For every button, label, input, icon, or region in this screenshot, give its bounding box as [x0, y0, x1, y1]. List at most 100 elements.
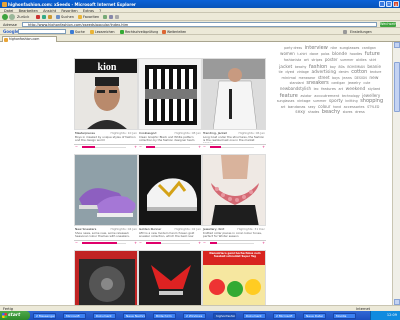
google-spellcheck[interactable]: Rechtschreibprüfung: [125, 30, 158, 34]
search-label[interactable]: Suchen: [61, 15, 74, 19]
taskbar-item[interactable]: 2 Messenger: [33, 312, 56, 319]
tag-link[interactable]: stripes: [312, 58, 323, 62]
tag-link[interactable]: 80s: [338, 65, 344, 69]
taskbar-item[interactable]: 2 Microsoft: [273, 312, 296, 319]
minus-icon[interactable]: −: [75, 145, 78, 149]
google-send[interactable]: Weiterleiten: [167, 30, 186, 34]
tag-link[interactable]: boys: [332, 76, 340, 80]
post-title[interactable]: Golden Runner: [139, 227, 161, 231]
tag-link[interactable]: denim: [339, 70, 349, 74]
tag-link[interactable]: feature: [280, 93, 298, 99]
minus-icon[interactable]: −: [75, 241, 78, 245]
post-title[interactable]: Trending, Jacket: [203, 131, 227, 135]
post-title[interactable]: New Sneakers: [75, 227, 96, 231]
post-image[interactable]: kion: [74, 58, 138, 130]
scroll-up-icon[interactable]: [394, 42, 400, 48]
stop-icon[interactable]: [36, 15, 40, 19]
tag-link[interactable]: technology: [342, 94, 360, 98]
taskbar-item[interactable]: Neue Datei: [303, 312, 326, 319]
tag-link[interactable]: sporty: [329, 99, 343, 104]
go-button[interactable]: Wechseln zu: [380, 22, 397, 31]
tag-link[interactable]: art: [304, 58, 309, 62]
tag-link[interactable]: bandanas: [288, 105, 306, 109]
tag-link[interactable]: beachy: [322, 109, 340, 115]
tag-link[interactable]: cardigan: [331, 81, 345, 85]
tag-link[interactable]: standard: [290, 81, 304, 85]
taskbar-item[interactable]: Neue Nachricht: [123, 312, 146, 319]
tag-link[interactable]: skirt: [369, 58, 376, 62]
tag-link[interactable]: polos: [321, 52, 329, 56]
google-search-input[interactable]: [18, 29, 66, 34]
tag-link[interactable]: shades: [308, 110, 319, 114]
tag-link[interactable]: fashion: [309, 64, 327, 70]
taskbar-item[interactable]: Dokument: [243, 312, 266, 319]
post-image[interactable]: [74, 250, 138, 305]
tag-link[interactable]: women: [280, 51, 295, 56]
tag-link[interactable]: features: [321, 87, 336, 91]
tag-link[interactable]: minimal: [282, 76, 296, 80]
post-title[interactable]: Masterpieces: [75, 131, 95, 135]
tag-link[interactable]: texture: [370, 70, 382, 74]
tag-link[interactable]: leo: [314, 87, 319, 91]
tag-link[interactable]: sunglasses: [340, 46, 360, 50]
tag-link[interactable]: shopping: [360, 98, 383, 104]
tag-link[interactable]: DESIGN: [354, 76, 366, 80]
search-icon[interactable]: [70, 29, 74, 34]
bookmark-icon[interactable]: [90, 29, 94, 34]
tag-link[interactable]: party dress: [284, 46, 302, 50]
post-image[interactable]: [74, 154, 138, 226]
favorites-label[interactable]: Favoriten: [83, 15, 99, 19]
tag-link[interactable]: poster: [325, 57, 338, 62]
post-image[interactable]: [138, 154, 202, 226]
tag-link[interactable]: vintage: [297, 99, 311, 103]
taskbar-item[interactable]: Mozilla: [333, 312, 356, 319]
tag-link[interactable]: fashionista: [284, 58, 301, 62]
tag-link[interactable]: dyed: [285, 70, 294, 74]
tag-link[interactable]: vintage: [297, 70, 309, 74]
tag-link[interactable]: jacket: [279, 65, 292, 70]
tag-link[interactable]: cotton: [351, 69, 367, 75]
tag-link[interactable]: jewellery: [362, 93, 380, 98]
mail-icon[interactable]: [109, 15, 113, 19]
tag-link[interactable]: newbandstylish: [280, 86, 311, 91]
start-button[interactable]: start: [0, 311, 30, 320]
tag-link[interactable]: t-shirt: [297, 52, 307, 56]
tag-link[interactable]: sexy: [295, 110, 305, 115]
taskbar-item[interactable]: Dokument: [93, 312, 116, 319]
tag-link[interactable]: nike: [330, 46, 337, 50]
tag-link[interactable]: STYLED: [367, 105, 379, 109]
minimize-button[interactable]: _: [379, 1, 385, 7]
address-input[interactable]: http://www.highonfashion.com/xseeds/popu…: [22, 22, 377, 27]
plus-icon[interactable]: +: [134, 241, 137, 245]
tag-link[interactable]: new: [369, 76, 378, 81]
taskbar-item[interactable]: Bildschirm: [153, 312, 176, 319]
taskbar-item[interactable]: 2 Windows: [183, 312, 206, 319]
forward-button[interactable]: [9, 14, 15, 20]
vertical-scrollbar[interactable]: [392, 42, 400, 305]
tag-link[interactable]: tie: [279, 70, 283, 74]
tag-link[interactable]: art: [339, 87, 344, 91]
taskbar-item[interactable]: Microsoft: [63, 312, 86, 319]
tag-link[interactable]: dress: [355, 110, 365, 114]
tag-link[interactable]: art: [281, 105, 286, 109]
back-button[interactable]: [2, 14, 8, 20]
tag-link[interactable]: sneakers: [306, 80, 328, 86]
spellcheck-icon[interactable]: [120, 29, 124, 34]
history-icon[interactable]: [103, 15, 107, 19]
scroll-thumb[interactable]: [394, 62, 400, 112]
tag-link[interactable]: future: [365, 51, 380, 57]
tag-link[interactable]: oldies: [356, 58, 367, 62]
post-image[interactable]: [138, 250, 202, 305]
post-image[interactable]: [202, 58, 266, 130]
tag-link[interactable]: beachy: [295, 65, 307, 69]
print-icon[interactable]: [115, 15, 119, 19]
tag-link[interactable]: jeans: [342, 76, 352, 80]
plus-icon[interactable]: +: [198, 145, 201, 149]
tag-link[interactable]: sunglasses: [277, 99, 295, 103]
plus-icon[interactable]: +: [262, 241, 265, 245]
minus-icon[interactable]: −: [139, 241, 142, 245]
post-image[interactable]: [138, 58, 202, 130]
minus-icon[interactable]: −: [203, 145, 206, 149]
tag-link[interactable]: BOHEMIAN: [347, 65, 364, 69]
tag-link[interactable]: boy: [330, 65, 336, 69]
